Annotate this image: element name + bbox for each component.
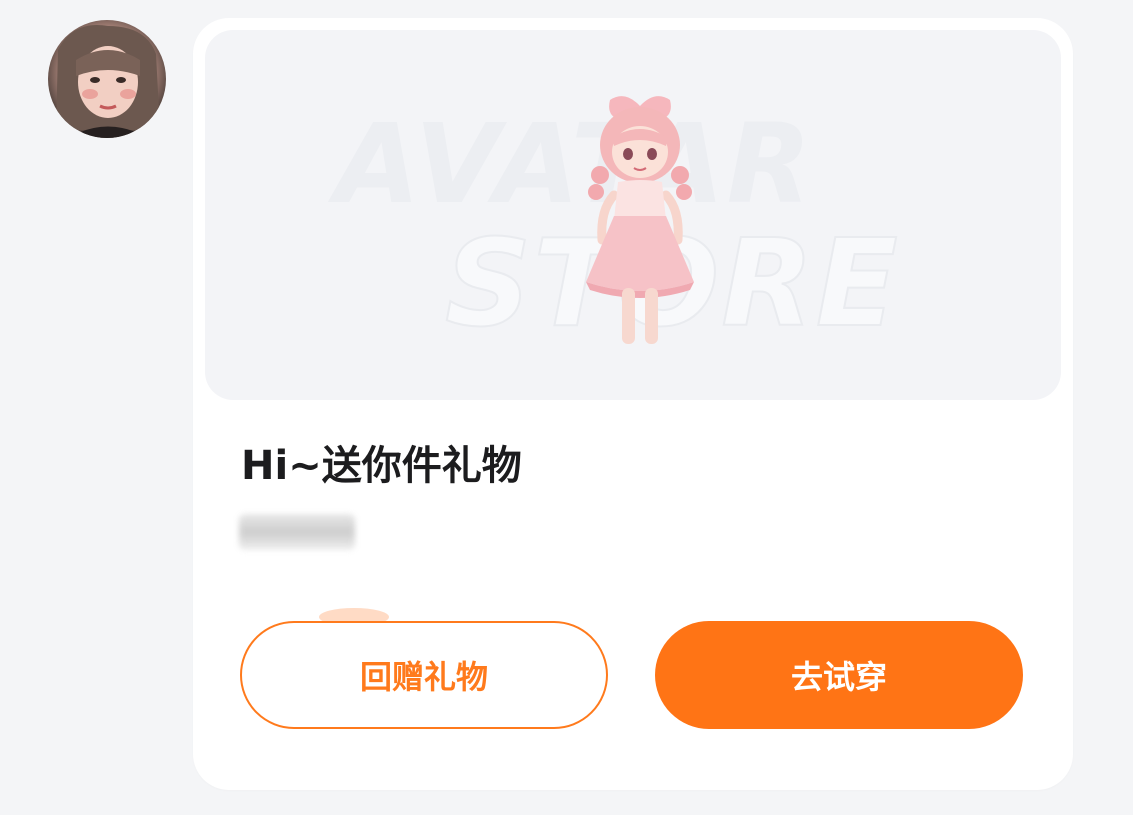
try-on-label: 去试穿 — [790, 658, 887, 696]
avatar-outfit-figure — [570, 90, 710, 350]
pink-outfit-figure-icon — [586, 96, 694, 344]
gift-message-card[interactable]: AVATAR STORE — [193, 18, 1073, 790]
avatar-photo-icon — [56, 25, 160, 138]
user-avatar[interactable] — [48, 20, 166, 138]
return-gift-label: 回赠礼物 — [359, 658, 488, 696]
try-on-button[interactable]: 去试穿 — [655, 621, 1023, 729]
gift-banner: AVATAR STORE — [205, 30, 1061, 400]
gift-message-title: Hi~送你件礼物 — [241, 443, 522, 489]
return-gift-button[interactable]: 回赠礼物 — [240, 621, 608, 729]
chat-message-row: AVATAR STORE — [0, 0, 1133, 815]
sender-name-blurred — [239, 514, 355, 550]
